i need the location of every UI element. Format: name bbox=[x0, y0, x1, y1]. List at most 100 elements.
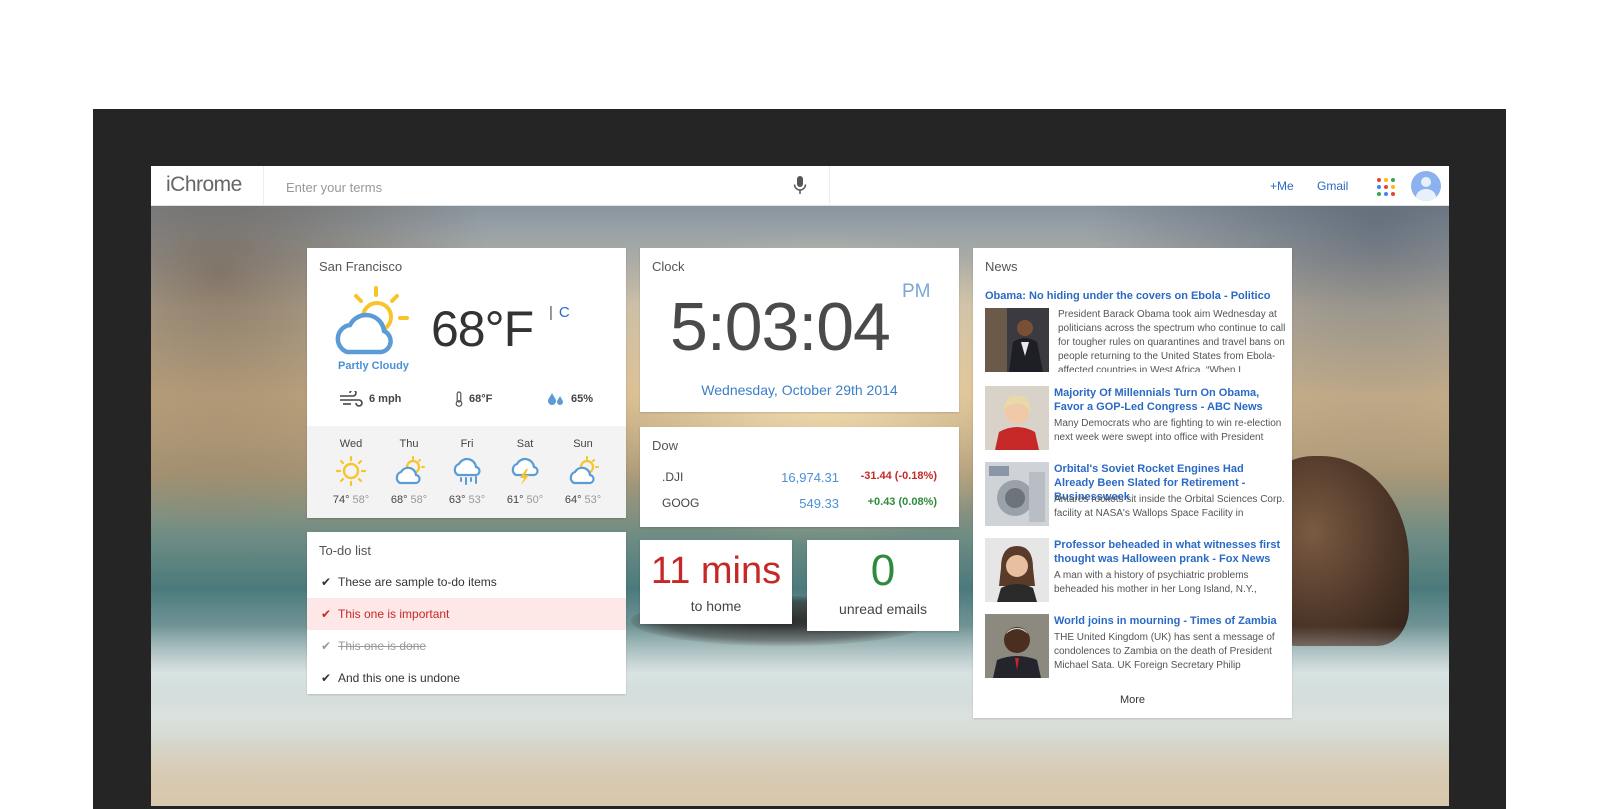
todo-item-label: These are sample to-do items bbox=[338, 575, 497, 589]
checkmark-icon[interactable]: ✔ bbox=[321, 575, 331, 589]
weather-condition: Partly Cloudy bbox=[338, 360, 409, 372]
divider bbox=[829, 166, 830, 206]
stock-row: .DJI 16,974.31 -31.44 (-0.18%) bbox=[640, 470, 959, 490]
clock-title: Clock bbox=[652, 259, 685, 274]
todo-item-label: This one is important bbox=[338, 607, 450, 621]
forecast-day-name: Sun bbox=[573, 438, 593, 450]
search-input[interactable] bbox=[286, 178, 786, 196]
news-thumbnail[interactable] bbox=[985, 462, 1049, 526]
celsius-toggle[interactable]: C bbox=[559, 304, 570, 321]
news-headline-link[interactable]: Obama: No hiding under the covers on Ebo… bbox=[985, 290, 1285, 302]
todo-card: To-do list ✔ These are sample to-do item… bbox=[307, 532, 626, 694]
todo-item-label: And this one is undone bbox=[338, 671, 461, 685]
stock-row: GOOG 549.33 +0.43 (0.08%) bbox=[640, 496, 959, 516]
news-snippet: A man with a history of psychiatric prob… bbox=[1054, 570, 1257, 595]
microphone-icon[interactable] bbox=[792, 175, 808, 197]
weather-card: San Francisco 68°F | C Partly Cloudy 6 mp… bbox=[307, 248, 626, 518]
checkmark-icon[interactable]: ✔ bbox=[321, 671, 331, 685]
news-item: Professor beheaded in what witnesses fir… bbox=[973, 538, 1292, 604]
forecast-high: 74° bbox=[332, 494, 350, 506]
forecast-high: 68° bbox=[390, 494, 408, 506]
forecast-high: 61° bbox=[506, 494, 524, 506]
feels-like-stat: 68°F bbox=[455, 391, 492, 407]
news-thumbnail[interactable] bbox=[985, 308, 1049, 372]
todo-item-important[interactable]: ✔ This one is important bbox=[307, 598, 626, 630]
plus-me-link[interactable]: +Me bbox=[1270, 179, 1294, 193]
commute-card: 11 mins to home bbox=[640, 540, 792, 624]
news-thumbnail[interactable] bbox=[985, 538, 1049, 602]
stock-value: 16,974.31 bbox=[781, 470, 839, 485]
forecast-temps: 61° 50° bbox=[495, 494, 555, 506]
news-title-link[interactable]: World joins in mourning - Times of Zambi… bbox=[1054, 614, 1286, 628]
humidity-icon bbox=[548, 393, 563, 405]
apps-grid-icon[interactable] bbox=[1377, 178, 1395, 196]
wind-stat: 6 mph bbox=[339, 391, 401, 407]
checkmark-icon[interactable]: ✔ bbox=[321, 639, 331, 653]
checkmark-icon[interactable]: ✔ bbox=[321, 607, 331, 621]
gmail-link[interactable]: Gmail bbox=[1317, 179, 1348, 193]
todo-item[interactable]: ✔ These are sample to-do items bbox=[307, 566, 626, 598]
news-thumbnail[interactable] bbox=[985, 386, 1049, 450]
unit-toggle[interactable]: | C bbox=[549, 304, 570, 321]
app-logo: iChrome bbox=[166, 173, 242, 196]
humidity-stat: 65% bbox=[547, 391, 593, 407]
unread-label: unread emails bbox=[839, 601, 927, 617]
stocks-card: Dow .DJI 16,974.31 -31.44 (-0.18%) GOOG … bbox=[640, 427, 959, 527]
more-news-link[interactable]: More bbox=[973, 694, 1292, 706]
news-snippet: Many Democrats who are fighting to win r… bbox=[1054, 418, 1282, 443]
browser-screen: iChrome +Me Gmail San Francisco bbox=[151, 166, 1449, 806]
forecast-temps: 74° 58° bbox=[321, 494, 381, 506]
news-title-link[interactable]: Majority Of Millennials Turn On Obama, F… bbox=[1054, 386, 1286, 414]
clock-ampm: PM bbox=[902, 281, 931, 302]
stock-value: 549.33 bbox=[799, 496, 839, 511]
forecast-temps: 63° 53° bbox=[437, 494, 497, 506]
forecast-high: 64° bbox=[564, 494, 582, 506]
thermometer-icon bbox=[455, 391, 463, 407]
wind-speed: 6 mph bbox=[369, 393, 402, 405]
forecast-low: 53° bbox=[468, 494, 486, 506]
unread-count: 0 bbox=[870, 546, 896, 595]
forecast-low: 58° bbox=[410, 494, 428, 506]
unit-separator: | bbox=[549, 304, 553, 321]
unread-emails-card[interactable]: 0 unread emails bbox=[807, 540, 959, 631]
commute-time: 11 mins bbox=[650, 550, 782, 592]
news-snippet: Antares rockets sit inside the Orbital S… bbox=[1054, 494, 1285, 519]
news-snippet: President Barack Obama took aim Wednesda… bbox=[1058, 309, 1286, 372]
forecast-day-name: Sat bbox=[516, 438, 534, 450]
divider bbox=[263, 166, 264, 206]
clock-card: Clock 5:03:04 PM Wednesday, October 29th… bbox=[640, 248, 959, 412]
commute-label: to home bbox=[690, 598, 742, 614]
todo-item-done[interactable]: ✔ This one is done bbox=[307, 630, 626, 662]
weather-forecast: Wed 74° 58° Thu 68° 58° Fri 63° 53° Sat … bbox=[307, 426, 626, 518]
partly-cloudy-icon bbox=[395, 456, 425, 485]
stock-change: +0.43 (0.08%) bbox=[867, 496, 937, 508]
partly-cloudy-icon bbox=[569, 456, 599, 485]
todo-item[interactable]: ✔ And this one is undone bbox=[307, 662, 626, 694]
forecast-day-name: Thu bbox=[399, 438, 419, 450]
thunderstorm-icon bbox=[511, 457, 539, 485]
news-thumbnail[interactable] bbox=[985, 614, 1049, 678]
forecast-temps: 64° 53° bbox=[553, 494, 613, 506]
clock-date: Wednesday, October 29th 2014 bbox=[701, 382, 898, 398]
news-card: News Obama: No hiding under the covers o… bbox=[973, 248, 1292, 718]
forecast-day-name: Wed bbox=[339, 438, 363, 450]
rain-icon bbox=[453, 457, 481, 485]
news-item: World joins in mourning - Times of Zambi… bbox=[973, 614, 1292, 680]
forecast-low: 50° bbox=[526, 494, 544, 506]
wind-icon bbox=[340, 391, 363, 407]
forecast-low: 53° bbox=[584, 494, 602, 506]
clock-time: 5:03:04 bbox=[670, 289, 891, 365]
todo-title: To-do list bbox=[319, 543, 372, 558]
news-title: News bbox=[985, 259, 1018, 274]
news-item: Majority Of Millennials Turn On Obama, F… bbox=[973, 386, 1292, 452]
stock-symbol: .DJI bbox=[662, 470, 684, 484]
stock-symbol: GOOG bbox=[662, 496, 700, 510]
news-title-link[interactable]: Professor beheaded in what witnesses fir… bbox=[1054, 538, 1286, 566]
todo-item-label: This one is done bbox=[338, 639, 427, 653]
news-item: President Barack Obama took aim Wednesda… bbox=[973, 308, 1292, 374]
stocks-title: Dow bbox=[652, 438, 679, 453]
feels-like-temperature: 68°F bbox=[469, 393, 493, 405]
avatar[interactable] bbox=[1411, 171, 1441, 201]
stock-change: -31.44 (-0.18%) bbox=[860, 470, 937, 482]
news-item: Orbital's Soviet Rocket Engines Had Alre… bbox=[973, 462, 1292, 528]
